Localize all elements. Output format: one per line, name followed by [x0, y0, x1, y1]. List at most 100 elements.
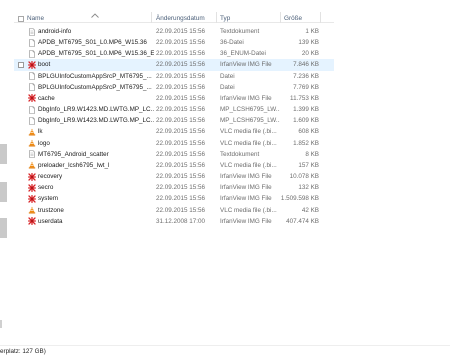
file-row[interactable]: recovery 22.09.2015 15:56 IrfanView IMG Fi… — [14, 171, 334, 182]
file-name[interactable]: userdata — [38, 218, 154, 225]
file-size: 8 KB — [305, 150, 319, 158]
column-divider[interactable] — [320, 12, 321, 23]
file-name[interactable]: system — [38, 195, 154, 202]
file-row[interactable]: userdata 31.12.2008 17:00 IrfanView IMG Fi… — [14, 216, 334, 227]
file-name[interactable]: boot — [38, 61, 154, 68]
irfanview-icon — [28, 172, 36, 181]
text-document-icon — [28, 150, 36, 159]
file-size: 1.509.598 KB — [280, 195, 319, 203]
file-date: 22.09.2015 15:56 — [156, 195, 206, 203]
column-divider[interactable] — [216, 12, 217, 23]
file-size: 132 KB — [298, 184, 319, 192]
file-icon — [28, 72, 36, 80]
file-name[interactable]: logo — [38, 140, 154, 147]
vlc-cone-icon — [28, 161, 36, 169]
file-name[interactable]: BPLGUInfoCustomAppSrcP_MT6795_... — [38, 84, 154, 91]
file-icon — [28, 116, 36, 125]
file-name[interactable]: APDB_MT6795_S01_L0.MP6_W15.36 — [38, 39, 154, 46]
file-row[interactable]: APDB_MT6795_S01_L0.MP6_W15.36 22.09.2015 … — [14, 37, 334, 48]
file-row[interactable]: preloader_lcsh6795_lwt_l 22.09.2015 15:56… — [14, 160, 334, 171]
column-header-bar: Name Änderungsdatum Typ Größe — [14, 9, 334, 23]
vlc-cone-icon — [28, 206, 36, 214]
file-size: 11.753 KB — [290, 94, 319, 102]
file-row[interactable]: trustzone 22.09.2015 15:56 VLC media file … — [14, 205, 334, 216]
file-size: 7.846 KB — [293, 61, 319, 69]
file-size: 42 KB — [301, 206, 319, 214]
file-name[interactable]: DbgInfo_LR9.W1423.MD.LWTG.MP_LC... — [38, 117, 154, 124]
file-row[interactable]: APDB_MT6795_S01_L0.MP6_W15.36_E... 22.09.… — [14, 48, 334, 59]
file-row[interactable]: cache 22.09.2015 15:56 IrfanView IMG File 1… — [14, 93, 334, 104]
file-name[interactable]: android-info — [38, 28, 154, 35]
column-header-date[interactable]: Änderungsdatum — [156, 15, 205, 22]
status-bar: erplatz: 127 GB) — [0, 345, 450, 356]
nav-pane-scroll-marker — [0, 218, 7, 238]
file-size: 407.474 KB — [286, 217, 319, 225]
select-all-checkbox[interactable] — [18, 16, 24, 22]
file-type: Textdokument — [220, 150, 260, 158]
file-date: 22.09.2015 15:56 — [156, 128, 206, 136]
file-name[interactable]: recovery — [38, 173, 154, 180]
file-date: 22.09.2015 15:56 — [156, 83, 206, 91]
file-name[interactable]: BPLGUInfoCustomAppSrcP_MT6795_... — [38, 73, 154, 80]
file-row[interactable]: boot 22.09.2015 15:56 IrfanView IMG File 7.… — [14, 59, 334, 71]
file-date: 22.09.2015 15:56 — [156, 94, 206, 102]
irfanview-icon — [28, 183, 36, 192]
file-size: 7.236 KB — [293, 72, 319, 80]
file-row[interactable]: system 22.09.2015 15:56 IrfanView IMG File… — [14, 193, 334, 204]
file-name[interactable]: APDB_MT6795_S01_L0.MP6_W15.36_E... — [38, 50, 154, 57]
file-date: 22.09.2015 15:56 — [156, 28, 206, 35]
file-name[interactable]: lk — [38, 128, 154, 135]
file-type: 36-Datei — [220, 39, 244, 47]
file-row[interactable]: DbgInfo_LR9.W1423.MD.LWTG.MP_LC... 22.09.… — [14, 115, 334, 126]
column-divider[interactable] — [151, 12, 152, 23]
file-name[interactable]: cache — [38, 95, 154, 102]
file-size: 1.399 KB — [293, 106, 319, 114]
column-header-name[interactable]: Name — [27, 15, 44, 22]
file-date: 22.09.2015 15:56 — [156, 206, 206, 214]
file-row[interactable]: BPLGUInfoCustomAppSrcP_MT6795_... 22.09.2… — [14, 82, 334, 93]
file-date: 22.09.2015 15:56 — [156, 173, 206, 181]
file-size: 10.078 KB — [289, 173, 319, 181]
file-type: IrfanView IMG File — [220, 195, 272, 203]
nav-pane-divider — [0, 320, 2, 328]
file-date: 22.09.2015 15:56 — [156, 72, 206, 80]
file-row[interactable]: android-info 22.09.2015 15:56 Textdokument… — [14, 26, 334, 37]
row-checkbox[interactable] — [18, 61, 24, 68]
file-list: android-info 22.09.2015 15:56 Textdokument… — [14, 26, 334, 227]
free-space-text: erplatz: 127 GB) — [0, 348, 46, 355]
file-row[interactable]: secro 22.09.2015 15:56 IrfanView IMG File 1… — [14, 182, 334, 193]
file-icon — [28, 38, 36, 47]
file-date: 22.09.2015 15:56 — [156, 161, 206, 169]
file-date: 22.09.2015 15:56 — [156, 50, 206, 58]
file-row[interactable]: lk 22.09.2015 15:56 VLC media file (.bi...… — [14, 126, 334, 137]
file-type: IrfanView IMG File — [220, 61, 272, 69]
column-header-size[interactable]: Größe — [284, 15, 302, 22]
file-type: VLC media file (.bi... — [220, 161, 277, 169]
file-name[interactable]: secro — [38, 184, 154, 191]
file-date: 22.09.2015 15:56 — [156, 150, 206, 158]
file-type: Datei — [220, 72, 235, 80]
file-type: Datei — [220, 83, 235, 91]
file-type: VLC media file (.bi... — [220, 206, 277, 214]
file-type: IrfanView IMG File — [220, 94, 272, 102]
nav-pane-scroll-marker — [0, 144, 7, 164]
file-name[interactable]: preloader_lcsh6795_lwt_l — [38, 162, 154, 169]
file-row[interactable]: DbgInfo_LR9.W1423.MD.LWTG.MP_LC... 22.09.… — [14, 104, 334, 115]
file-size: 1.609 KB — [293, 117, 319, 125]
text-document-icon — [28, 27, 36, 36]
file-row[interactable]: logo 22.09.2015 15:56 VLC media file (.bi.… — [14, 138, 334, 149]
column-header-type[interactable]: Typ — [220, 15, 230, 22]
file-date: 22.09.2015 15:56 — [156, 39, 206, 47]
file-type: IrfanView IMG File — [220, 173, 272, 181]
vlc-cone-icon — [28, 128, 36, 136]
irfanview-icon — [28, 60, 36, 69]
sort-ascending-icon — [90, 12, 100, 18]
file-row[interactable]: MT6795_Android_scatter 22.09.2015 15:56 Te… — [14, 149, 334, 160]
file-name[interactable]: DbgInfo_LR9.W1423.MD.LWTG.MP_LC... — [38, 106, 154, 113]
column-divider[interactable] — [280, 12, 281, 23]
file-name[interactable]: trustzone — [38, 207, 154, 214]
file-type: 36_ENUM-Datei — [220, 50, 266, 58]
file-row[interactable]: BPLGUInfoCustomAppSrcP_MT6795_... 22.09.2… — [14, 71, 334, 82]
file-name[interactable]: MT6795_Android_scatter — [38, 151, 154, 158]
file-icon — [28, 105, 36, 114]
